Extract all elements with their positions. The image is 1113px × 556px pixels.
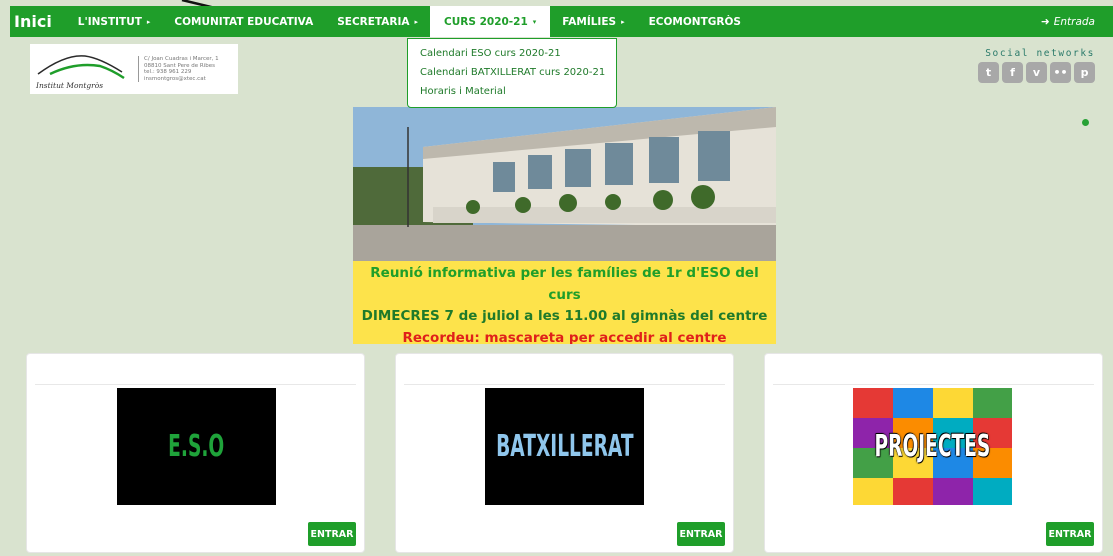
card-image-text: E.S.O [168,429,225,464]
school-logo[interactable]: Institut Montgròs C/ Joan Cuadras i Marc… [30,44,238,94]
caret-right-icon: ▸ [621,17,625,26]
card-projectes: PROJECTES ENTRAR [764,353,1103,553]
nav-item-label: FAMÍLIES [562,15,617,28]
top-nav-bar: Inici L'INSTITUT ▸ COMUNITAT EDUCATIVA S… [10,6,1113,37]
nav-item-label: SECRETARIA [337,15,410,28]
enter-button-eso[interactable]: ENTRAR [308,522,356,546]
social-networks: Social networks t f v •• p [978,48,1095,83]
card-eso: E.S.O ENTRAR [26,353,365,553]
flickr-icon[interactable]: •• [1050,62,1071,83]
nav-item-label: CURS 2020-21 [444,15,528,28]
nav-item-comunitat[interactable]: COMUNITAT EDUCATIVA [162,6,325,37]
banner-line-3: Recordeu: mascareta per accedir al centr… [402,329,727,345]
card-image-text: BATXILLERAT [495,429,634,464]
card-divider [773,384,1094,385]
card-image-batxillerat[interactable]: BATXILLERAT [485,388,644,505]
school-address: C/ Joan Cuadras i Marcer, 1 08810 Sant P… [138,56,219,82]
card-divider [35,384,356,385]
login-label: Entrada [1053,15,1095,28]
caret-down-icon: ▾ [532,17,537,26]
card-divider [404,384,725,385]
school-building-photo [353,107,776,261]
enter-button-batxillerat[interactable]: ENTRAR [677,522,725,546]
carousel-indicator-dot[interactable] [1082,119,1089,126]
social-title: Social networks [985,48,1095,59]
enter-button-projectes[interactable]: ENTRAR [1046,522,1094,546]
card-batxillerat: BATXILLERAT ENTRAR [395,353,734,553]
banner-line-1: Reunió informativa per les famílies de 1… [370,265,759,303]
nav-item-secretaria[interactable]: SECRETARIA ▸ [325,6,430,37]
login-link[interactable]: ➜ Entrada [1041,16,1095,28]
banner-line-2: DIMECRES 7 de juliol a les 11.00 al gimn… [361,308,768,324]
nav-item-institut[interactable]: L'INSTITUT ▸ [66,6,163,37]
card-image-text: PROJECTES [874,429,991,464]
news-banner[interactable]: Reunió informativa per les famílies de 1… [353,107,776,344]
nav-item-label: COMUNITAT EDUCATIVA [174,15,314,28]
sign-in-icon: ➜ [1040,15,1050,28]
card-image-eso[interactable]: E.S.O [117,388,276,505]
nav-item-families[interactable]: FAMÍLIES ▸ [550,6,636,37]
caret-right-icon: ▸ [146,17,151,26]
school-name: Institut Montgròs [36,81,104,90]
twitter-icon[interactable]: t [978,62,999,83]
facebook-icon[interactable]: f [1002,62,1023,83]
caret-right-icon: ▸ [414,17,419,26]
nav-item-curs[interactable]: CURS 2020-21 ▾ [430,6,551,37]
dropdown-item-calendari-batxillerat[interactable]: Calendari BATXILLERAT curs 2020-21 [420,63,605,82]
dropdown-item-horaris[interactable]: Horaris i Material [420,82,604,101]
mountain-logo-icon: Institut Montgròs [30,44,130,94]
nav-item-ecomontgros[interactable]: ECOMONTGRÒS [637,6,753,37]
dropdown-item-calendari-eso[interactable]: Calendari ESO curs 2020-21 [420,44,604,63]
nav-item-label: L'INSTITUT [77,15,142,28]
nav-home-link[interactable]: Inici [10,12,66,31]
curs-dropdown-menu: Calendari ESO curs 2020-21 Calendari BAT… [407,38,617,108]
nav-item-label: ECOMONTGRÒS [648,15,741,28]
card-image-projectes[interactable]: PROJECTES [853,388,1012,505]
pinterest-icon[interactable]: p [1074,62,1095,83]
vimeo-icon[interactable]: v [1026,62,1047,83]
